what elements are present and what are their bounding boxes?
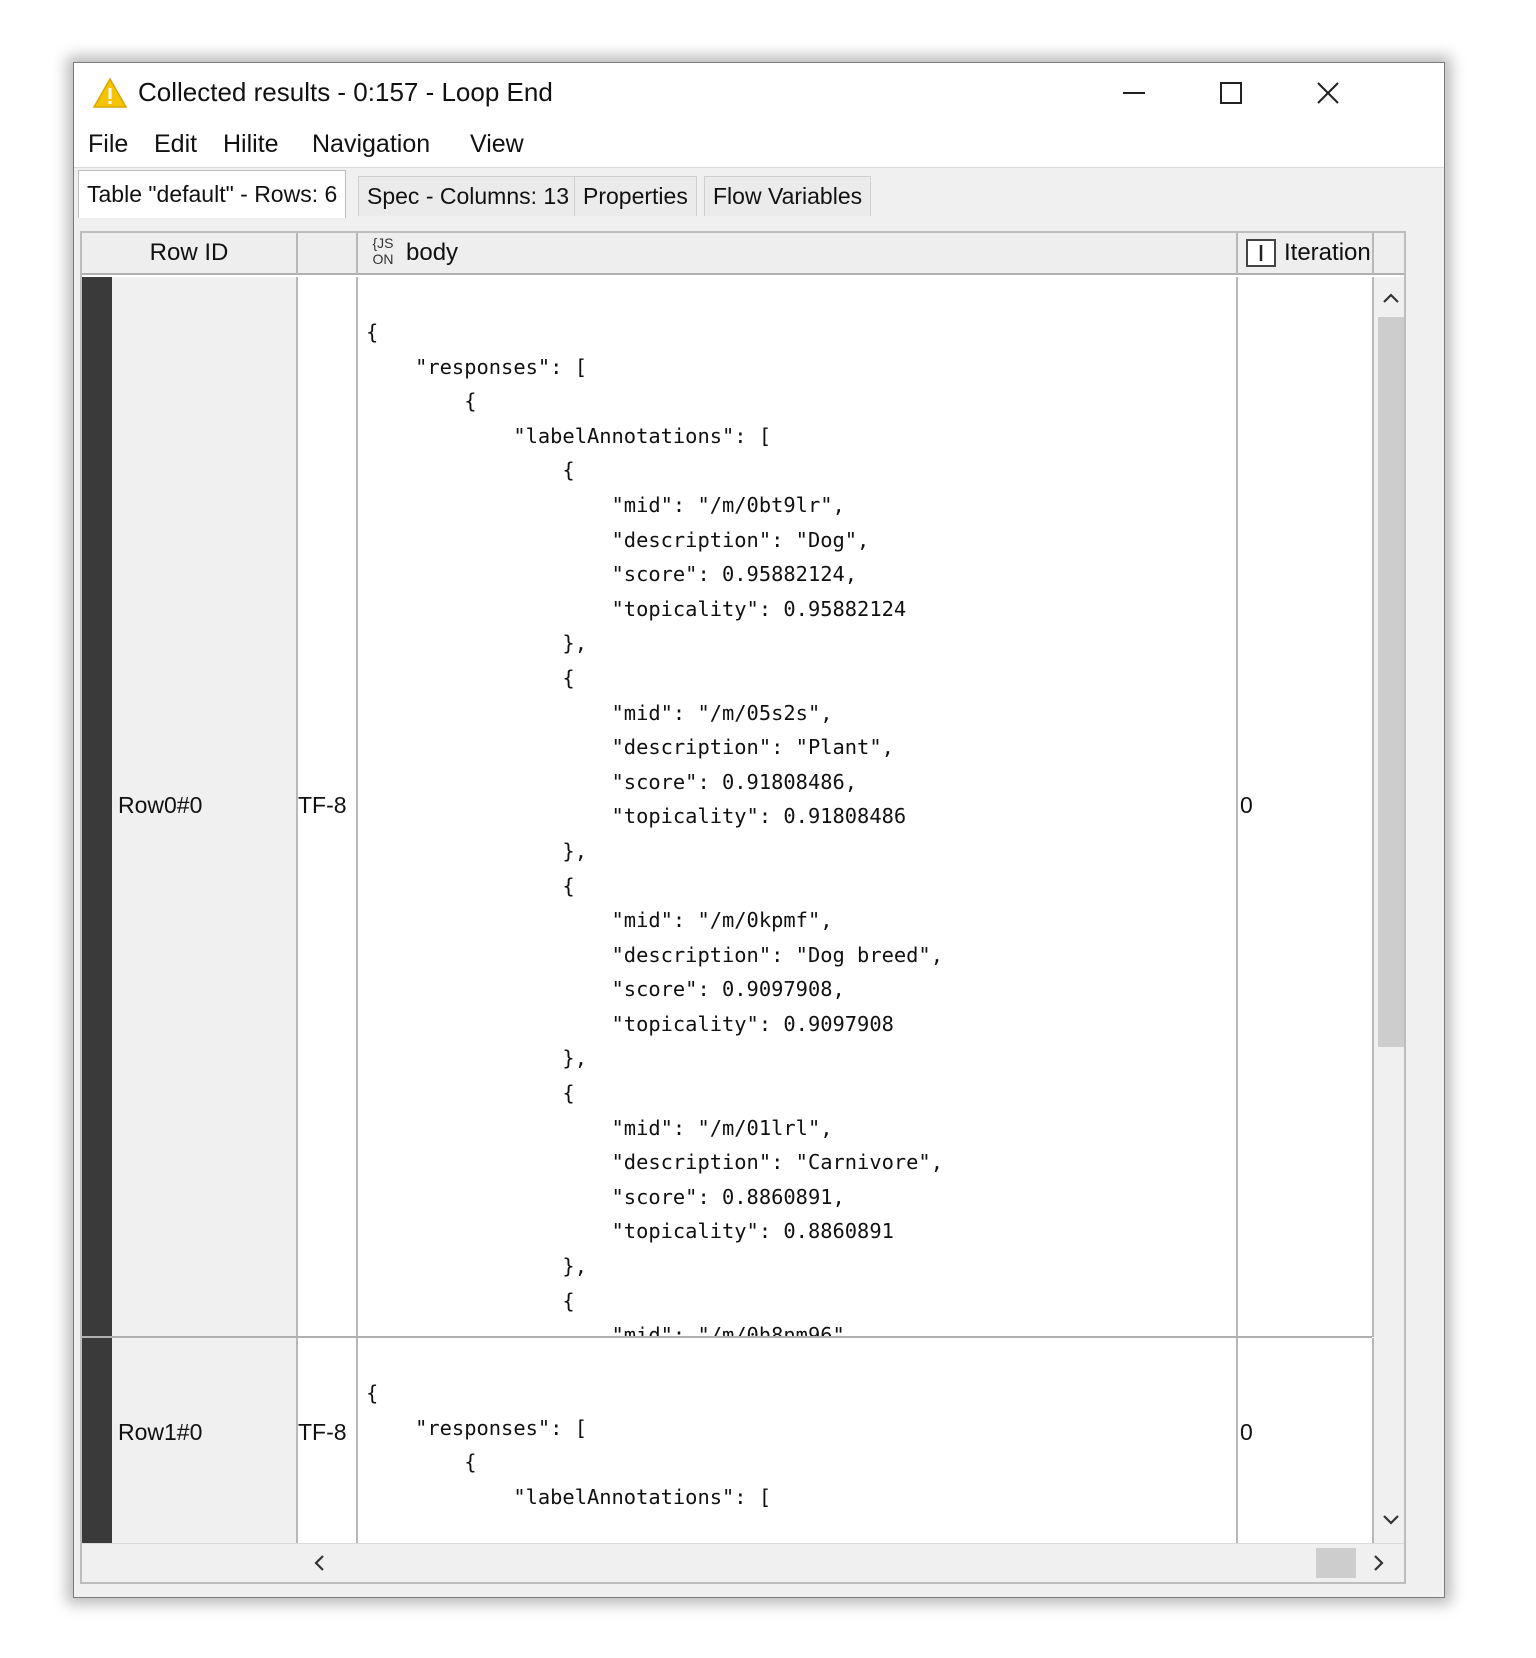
json-type-icon: {JS ON (368, 235, 398, 267)
body-cell[interactable]: { "responses": [ { "labelAnnotations": [… (358, 277, 1238, 1337)
iteration-text: 0 (1240, 792, 1253, 818)
header-corner (1374, 233, 1404, 275)
tab-spec[interactable]: Spec - Columns: 13 (358, 176, 578, 216)
tab-table-default[interactable]: Table "default" - Rows: 6 (78, 170, 347, 218)
title-bar[interactable]: Collected results - 0:157 - Loop End (74, 63, 1444, 121)
minimize-icon (1123, 92, 1145, 94)
table-body: Row0#0 TF-8 { "responses": [ { "labelAnn… (82, 277, 1404, 1543)
row-id-text: Row1#0 (118, 1419, 203, 1445)
body-json-text: { "responses": [ { "labelAnnotations": [… (366, 320, 943, 1337)
tab-flow-variables[interactable]: Flow Variables (704, 176, 872, 216)
menu-hilite[interactable]: Hilite (223, 129, 279, 159)
horizontal-scroll-thumb[interactable] (1316, 1548, 1356, 1578)
row-hilite-marker (82, 277, 112, 1337)
column-2-cell[interactable]: TF-8 (298, 277, 358, 1337)
close-icon (1317, 82, 1339, 104)
body-cell[interactable]: { "responses": [ { "labelAnnotations": [ (358, 1338, 1238, 1543)
iteration-text: 0 (1240, 1419, 1253, 1445)
chevron-up-icon (1383, 293, 1399, 303)
iteration-cell[interactable]: 0 (1238, 277, 1374, 1337)
scroll-left-button[interactable] (304, 1548, 334, 1578)
maximize-icon (1220, 82, 1242, 104)
close-button[interactable] (1298, 73, 1358, 113)
menu-file[interactable]: File (88, 129, 128, 159)
column-2-cell[interactable]: TF-8 (298, 1338, 358, 1543)
results-window: Collected results - 0:157 - Loop End Fil… (73, 62, 1445, 1598)
header-row-id[interactable]: Row ID (82, 233, 298, 275)
menu-edit[interactable]: Edit (154, 129, 197, 159)
horizontal-scrollbar[interactable] (82, 1543, 1404, 1582)
table-header: Row ID {JS ON body Iteration (82, 233, 1404, 277)
window-title: Collected results - 0:157 - Loop End (138, 77, 553, 107)
vertical-scroll-thumb[interactable] (1378, 317, 1404, 1047)
scroll-right-button[interactable] (1364, 1548, 1394, 1578)
chevron-down-icon (1383, 1515, 1399, 1525)
scroll-down-button[interactable] (1374, 1505, 1404, 1535)
data-table[interactable]: Row ID {JS ON body Iteration Row0#0 TF-8… (80, 231, 1406, 1584)
header-body[interactable]: {JS ON body (358, 233, 1238, 275)
json-badge-line1: {JS (372, 235, 394, 251)
table-row[interactable]: Row0#0 TF-8 { "responses": [ { "labelAnn… (82, 277, 1404, 1337)
menu-navigation[interactable]: Navigation (312, 129, 430, 159)
header-column-2[interactable] (298, 233, 358, 275)
maximize-button[interactable] (1201, 73, 1261, 113)
menu-bar: File Edit Hilite Navigation View (74, 121, 1444, 168)
vertical-scrollbar[interactable] (1374, 277, 1404, 1543)
row-hilite-marker (82, 1338, 112, 1543)
integer-column-icon (1246, 239, 1276, 267)
chevron-right-icon (1374, 1555, 1384, 1571)
tab-properties[interactable]: Properties (574, 176, 697, 216)
header-iteration[interactable]: Iteration (1238, 233, 1374, 275)
json-badge-line2: ON (372, 251, 394, 267)
chevron-left-icon (314, 1555, 324, 1571)
body-json-text: { "responses": [ { "labelAnnotations": [ (366, 1381, 772, 1509)
header-iteration-label: Iteration (1284, 239, 1371, 266)
header-body-label: body (406, 239, 459, 266)
row-id-cell[interactable]: Row1#0 (112, 1338, 298, 1543)
warning-triangle-icon (92, 77, 128, 108)
menu-view[interactable]: View (470, 129, 524, 159)
column-2-text: TF-8 (298, 792, 347, 818)
table-row[interactable]: Row1#0 TF-8 { "responses": [ { "labelAnn… (82, 1338, 1404, 1543)
row-id-cell[interactable]: Row0#0 (112, 277, 298, 1337)
iteration-cell[interactable]: 0 (1238, 1338, 1374, 1543)
row-id-text: Row0#0 (118, 792, 203, 818)
tab-bar: Table "default" - Rows: 6 Spec - Columns… (74, 168, 1444, 218)
column-2-text: TF-8 (298, 1419, 347, 1445)
minimize-button[interactable] (1104, 73, 1164, 113)
scroll-up-button[interactable] (1374, 283, 1404, 313)
